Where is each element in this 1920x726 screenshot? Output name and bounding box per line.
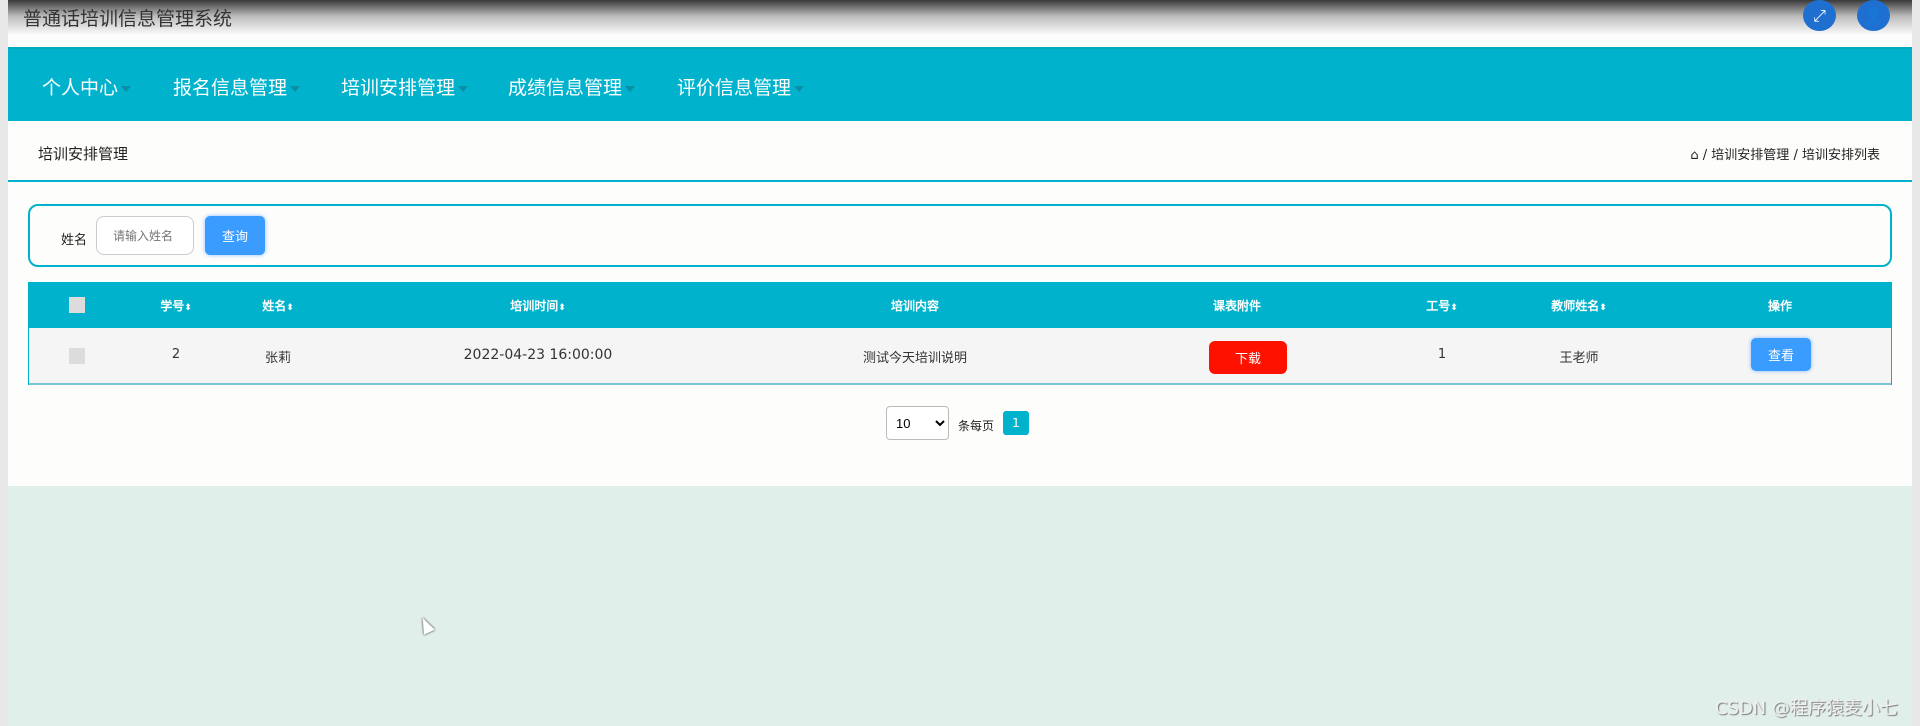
main-nav: 个人中心 报名信息管理 培训安排管理 成绩信息管理 评价信息管理 [8, 47, 1912, 121]
nav-item-personal-center[interactable]: 个人中心 [42, 73, 132, 100]
breadcrumb-item: 培训安排列表 [1801, 148, 1880, 163]
page-size-select[interactable]: 10 [886, 406, 949, 440]
caret-down-icon [794, 85, 805, 92]
cell-name: 张莉 [264, 351, 292, 366]
nav-label: 评价信息管理 [677, 77, 792, 99]
name-label: 姓名 [61, 233, 88, 248]
watermark: CSDN @程序猿麦小七 [1714, 698, 1898, 719]
home-icon[interactable]: ⌂ [1690, 148, 1698, 163]
breadcrumb-sep: / [1793, 148, 1798, 163]
table-header: 学号⬍ 姓名⬍ 培训时间⬍ 培训内容 课表附件 工号⬍ 教师姓名⬍ 操作 [29, 283, 1891, 328]
top-bar: 普通话培训信息管理系统 ⤢ 👤 [8, 0, 1912, 47]
nav-label: 个人中心 [42, 77, 119, 99]
caret-down-icon [290, 85, 301, 92]
sort-icon: ⬍ [1450, 303, 1458, 313]
caret-down-icon [458, 85, 469, 92]
app-title: 普通话培训信息管理系统 [23, 8, 233, 30]
cell-time: 2022-04-23 16:00:00 [463, 347, 613, 363]
table-row: 2 张莉 2022-04-23 16:00:00 测试今天培训说明 下载 1 王… [29, 328, 1891, 385]
header-time[interactable]: 培训时间⬍ [510, 297, 566, 314]
header-teacher[interactable]: 教师姓名⬍ [1551, 297, 1607, 314]
content-panel: 培训安排管理 ⌂ / 培训安排管理 / 培训安排列表 姓名 查询 学号⬍ 姓名⬍… [8, 121, 1912, 486]
nav-label: 培训安排管理 [341, 77, 456, 99]
breadcrumb-item[interactable]: 培训安排管理 [1711, 148, 1789, 163]
page-button-1[interactable]: 1 [1003, 411, 1029, 435]
view-button[interactable]: 查看 [1751, 338, 1811, 371]
nav-label: 报名信息管理 [173, 77, 288, 99]
search-button[interactable]: 查询 [205, 216, 265, 255]
mouse-cursor-icon [417, 615, 435, 635]
download-button[interactable]: 下载 [1209, 341, 1287, 374]
nav-item-scores[interactable]: 成绩信息管理 [508, 73, 636, 100]
sort-icon: ⬍ [558, 303, 566, 313]
header-attachment: 课表附件 [1212, 299, 1262, 313]
page: 普通话培训信息管理系统 ⤢ 👤 个人中心 报名信息管理 培训安排管理 成绩信息管… [8, 0, 1912, 726]
caret-down-icon [625, 85, 636, 92]
header-content: 培训内容 [890, 299, 940, 313]
nav-label: 成绩信息管理 [508, 77, 623, 99]
user-icon[interactable]: 👤 [1857, 0, 1890, 31]
breadcrumb: ⌂ / 培训安排管理 / 培训安排列表 [1690, 144, 1880, 163]
fullscreen-icon[interactable]: ⤢ [1803, 0, 1836, 31]
nav-item-evaluation[interactable]: 评价信息管理 [677, 73, 805, 100]
cell-teacher: 王老师 [1559, 351, 1599, 366]
breadcrumb-sep: / [1702, 148, 1708, 163]
nav-item-training-schedule[interactable]: 培训安排管理 [341, 73, 469, 100]
breadcrumb-bar: 培训安排管理 ⌂ / 培训安排管理 / 培训安排列表 [8, 121, 1912, 182]
sort-icon: ⬍ [286, 303, 294, 313]
caret-down-icon [121, 85, 132, 92]
cell-xuehao: 2 [171, 347, 181, 362]
name-search-input[interactable] [96, 216, 194, 255]
header-xuehao[interactable]: 学号⬍ [160, 297, 192, 314]
per-page-label: 条每页 [958, 419, 995, 433]
select-all-checkbox[interactable] [69, 297, 85, 313]
sort-icon: ⬍ [1599, 303, 1607, 313]
row-checkbox[interactable] [69, 348, 85, 364]
header-name[interactable]: 姓名⬍ [262, 297, 294, 314]
sort-icon: ⬍ [184, 303, 192, 313]
header-action: 操作 [1767, 299, 1793, 313]
cell-content: 测试今天培训说明 [862, 351, 968, 366]
header-gonghao[interactable]: 工号⬍ [1426, 297, 1458, 314]
data-table: 学号⬍ 姓名⬍ 培训时间⬍ 培训内容 课表附件 工号⬍ 教师姓名⬍ 操作 2 张… [28, 282, 1892, 385]
cell-gonghao: 1 [1437, 347, 1447, 362]
nav-item-registration[interactable]: 报名信息管理 [173, 73, 301, 100]
page-title: 培训安排管理 [38, 145, 129, 163]
search-panel: 姓名 查询 [28, 204, 1892, 267]
